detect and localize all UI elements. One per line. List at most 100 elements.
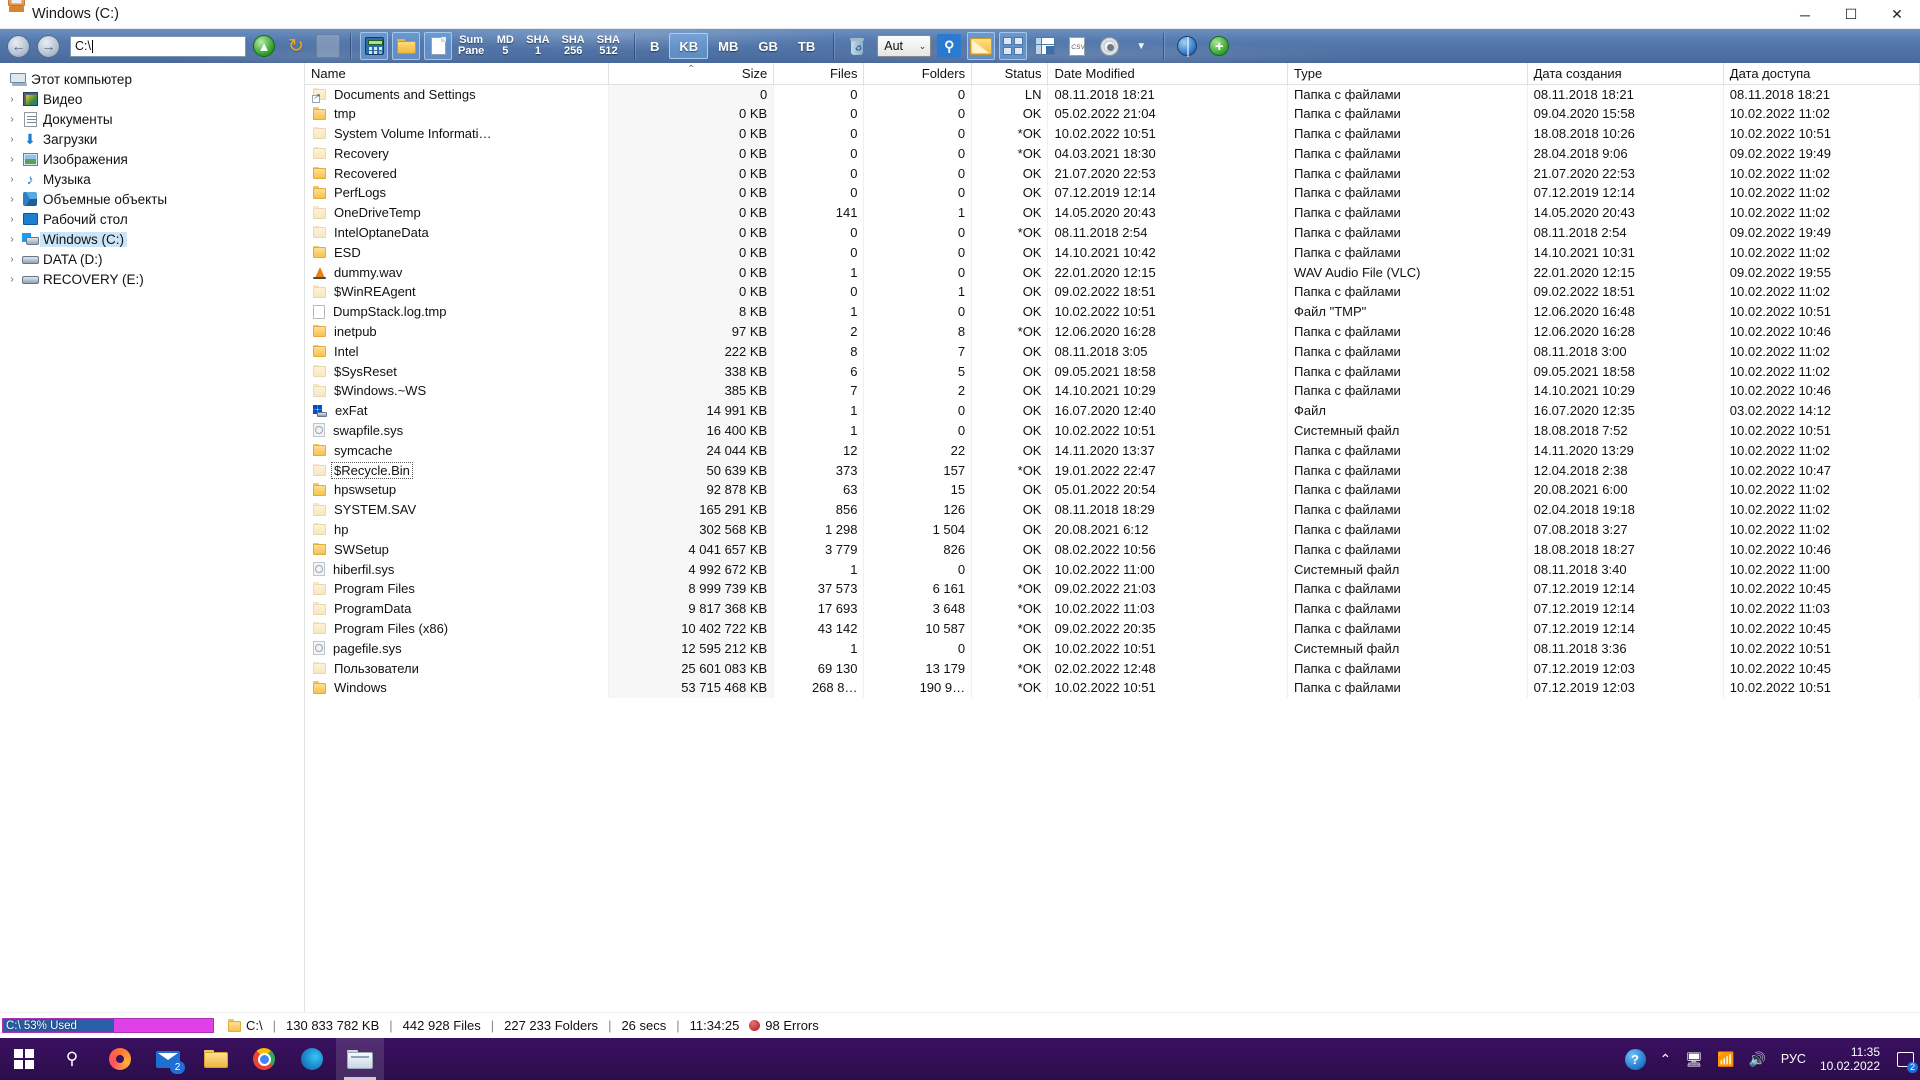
language-indicator[interactable]: РУС <box>1773 1052 1814 1066</box>
recycle-bin-button[interactable]: ♻ <box>843 32 871 60</box>
taskbar-edge-button[interactable] <box>288 1038 336 1080</box>
minimize-button[interactable]: ─ <box>1782 0 1828 29</box>
cell-name[interactable]: dummy.wav <box>305 262 610 282</box>
unit-tb-button[interactable]: TB <box>788 33 825 59</box>
column-header-size[interactable]: ⌃ Size <box>608 63 775 85</box>
back-button[interactable]: ← <box>7 34 30 58</box>
table-row[interactable]: ESD 0 KB 0 0 OK 14.10.2021 10:42 Папка с файла… <box>305 242 1920 263</box>
chevron-right-icon[interactable]: › <box>4 154 20 165</box>
chevron-right-icon[interactable]: › <box>4 234 20 245</box>
table-row[interactable]: PerfLogs 0 KB 0 0 OK 07.12.2019 12:14 Папка с … <box>305 182 1920 203</box>
table-row[interactable]: System Volume Informati… 0 KB 0 0 *OK 10.02.2… <box>305 123 1920 144</box>
file-button[interactable] <box>424 32 452 60</box>
hash-sum-pane-button[interactable]: Sum Pane <box>452 32 490 60</box>
table-row[interactable]: SYSTEM.SAV 165 291 KB 856 126 OK 08.11.2018 1… <box>305 499 1920 520</box>
column-header-modified[interactable]: Date Modified <box>1047 63 1289 85</box>
table-row[interactable]: hpswsetup 92 878 KB 63 15 OK 05.01.2022 20:54… <box>305 479 1920 500</box>
chevron-right-icon[interactable]: › <box>4 194 20 205</box>
table-row[interactable]: DumpStack.log.tmp 8 KB 1 0 OK 10.02.2022 10:5… <box>305 301 1920 322</box>
cell-name[interactable]: inetpub <box>305 321 610 342</box>
unit-gb-button[interactable]: GB <box>748 33 788 59</box>
folder-button[interactable] <box>392 32 420 60</box>
table-row[interactable]: Program Files 8 999 739 KB 37 573 6 161 *OK 0… <box>305 578 1920 599</box>
column-header-created[interactable]: Дата создания <box>1527 63 1724 85</box>
sidebar-item-recovery-e[interactable]: › RECOVERY (E:) <box>0 269 304 289</box>
table-row[interactable]: tmp 0 KB 0 0 OK 05.02.2022 21:04 Папка с файла… <box>305 103 1920 124</box>
cell-name[interactable]: ProgramData <box>305 598 610 619</box>
sidebar-item-downloads[interactable]: › ⬇ Загрузки <box>0 129 304 149</box>
table-row[interactable]: $Recycle.Bin 50 639 KB 373 157 *OK 19.01.2022… <box>305 460 1920 480</box>
table-row[interactable]: hiberfil.sys 4 992 672 KB 1 0 OK 10.02.2022 1… <box>305 559 1920 579</box>
cell-name[interactable]: $Windows.~WS <box>305 380 610 401</box>
sidebar-item-this-pc[interactable]: Этот компьютер <box>0 69 304 89</box>
help-button[interactable]: ? <box>1618 1048 1653 1070</box>
table-row[interactable]: $SysReset 338 KB 6 5 OK 09.05.2021 18:58 Папка… <box>305 361 1920 381</box>
cell-name[interactable]: Windows <box>305 677 610 698</box>
table-row[interactable]: Windows 53 715 468 KB 268 8… 190 9… *OK 10.02… <box>305 677 1920 698</box>
cell-name[interactable]: pagefile.sys <box>305 638 610 659</box>
sidebar-item-documents[interactable]: › Документы <box>0 109 304 129</box>
chevron-right-icon[interactable]: › <box>4 94 20 105</box>
hash-md5-button[interactable]: MD 5 <box>490 32 520 60</box>
table-row[interactable]: symcache 24 044 KB 12 22 OK 14.11.2020 13:37 П… <box>305 440 1920 461</box>
column-header-accessed[interactable]: Дата доступа <box>1723 63 1920 85</box>
column-header-type[interactable]: Type <box>1287 63 1528 85</box>
taskbar-explorer-button[interactable] <box>192 1038 240 1080</box>
table-row[interactable]: IntelOptaneData 0 KB 0 0 *OK 08.11.2018 2:54 П… <box>305 222 1920 243</box>
maximize-button[interactable]: ☐ <box>1828 0 1874 29</box>
close-button[interactable]: ✕ <box>1874 0 1920 29</box>
cell-name[interactable]: $Recycle.Bin <box>305 460 610 480</box>
chevron-right-icon[interactable]: › <box>4 174 20 185</box>
wifi-button[interactable]: 📶 <box>1710 1051 1741 1068</box>
table-row[interactable]: hp 302 568 KB 1 298 1 504 OK 20.08.2021 6:12 П… <box>305 519 1920 540</box>
cell-name[interactable]: Program Files (x86) <box>305 618 610 639</box>
chevron-right-icon[interactable]: › <box>4 114 20 125</box>
cell-name[interactable]: symcache <box>305 440 610 461</box>
table-row[interactable]: SWSetup 4 041 657 KB 3 779 826 OK 08.02.2022 … <box>305 539 1920 560</box>
taskbar-search-button[interactable]: ⚲ <box>48 1038 96 1080</box>
sidebar-item-3d-objects[interactable]: › Объемные объекты <box>0 189 304 209</box>
sidebar-item-desktop[interactable]: › Рабочий стол <box>0 209 304 229</box>
cell-name[interactable]: hp <box>305 519 610 540</box>
chevron-right-icon[interactable]: › <box>4 214 20 225</box>
cell-name[interactable]: Recovery <box>305 143 610 164</box>
cell-name[interactable]: ESD <box>305 242 610 263</box>
taskbar-chrome-button[interactable] <box>240 1038 288 1080</box>
settings-dropdown-button[interactable]: ▼ <box>1127 32 1155 60</box>
show-hidden-icons-button[interactable]: ⌃ <box>1653 1051 1679 1068</box>
hash-sha1-button[interactable]: SHA 1 <box>520 32 555 60</box>
taskbar-files-app-button[interactable] <box>336 1038 384 1080</box>
stop-button[interactable] <box>314 32 342 60</box>
cell-name[interactable]: PerfLogs <box>305 182 610 203</box>
sidebar-item-music[interactable]: › ♪ Музыка <box>0 169 304 189</box>
hash-sha512-button[interactable]: SHA 512 <box>591 32 626 60</box>
cell-name[interactable]: $WinREAgent <box>305 281 610 302</box>
table-row[interactable]: Documents and Settings000LN08.11.2018 18… <box>305 84 1920 104</box>
table-row[interactable]: dummy.wav 0 KB 1 0 OK 22.01.2020 12:15 WAV Aud… <box>305 262 1920 282</box>
add-button[interactable]: + <box>1205 32 1233 60</box>
network-button[interactable]: 🖥 <box>1678 1051 1710 1068</box>
table-row[interactable]: $Windows.~WS 385 KB 7 2 OK 14.10.2021 10:29 Па… <box>305 380 1920 401</box>
table-row[interactable]: Program Files (x86) 10 402 722 KB 43 142 10… <box>305 618 1920 639</box>
taskbar-mail-button[interactable]: 2 <box>144 1038 192 1080</box>
table-row[interactable]: pagefile.sys 12 595 212 KB 1 0 OK 10.02.2022 … <box>305 638 1920 659</box>
taskbar-firefox-button[interactable] <box>96 1038 144 1080</box>
column-header-folders[interactable]: Folders <box>863 63 973 85</box>
table-row[interactable]: inetpub 97 KB 2 8 *OK 12.06.2020 16:28 Папка с… <box>305 321 1920 342</box>
export-csv-button[interactable]: CSV <box>1063 32 1091 60</box>
cell-name[interactable]: DumpStack.log.tmp <box>305 301 610 322</box>
cell-name[interactable]: OneDriveTemp <box>305 202 610 223</box>
auto-select-dropdown[interactable]: Aut ⌄ <box>877 35 932 57</box>
table-row[interactable]: $WinREAgent 0 KB 0 1 OK 09.02.2022 18:51 Папка… <box>305 281 1920 302</box>
settings-button[interactable] <box>1095 32 1123 60</box>
notifications-button[interactable]: 2 <box>1890 1038 1920 1080</box>
cell-name[interactable]: hiberfil.sys <box>305 559 610 579</box>
unit-mb-button[interactable]: MB <box>708 33 748 59</box>
go-up-button[interactable]: ▲ <box>250 32 278 60</box>
cell-name[interactable]: SWSetup <box>305 539 610 560</box>
cell-name[interactable]: Intel <box>305 341 610 362</box>
table-row[interactable]: Recovery 0 KB 0 0 *OK 04.03.2021 18:30 Папка с… <box>305 143 1920 164</box>
address-bar[interactable]: C:\ <box>70 35 246 57</box>
cell-name[interactable]: Пользователи <box>305 658 610 678</box>
cell-name[interactable]: $SysReset <box>305 361 610 381</box>
